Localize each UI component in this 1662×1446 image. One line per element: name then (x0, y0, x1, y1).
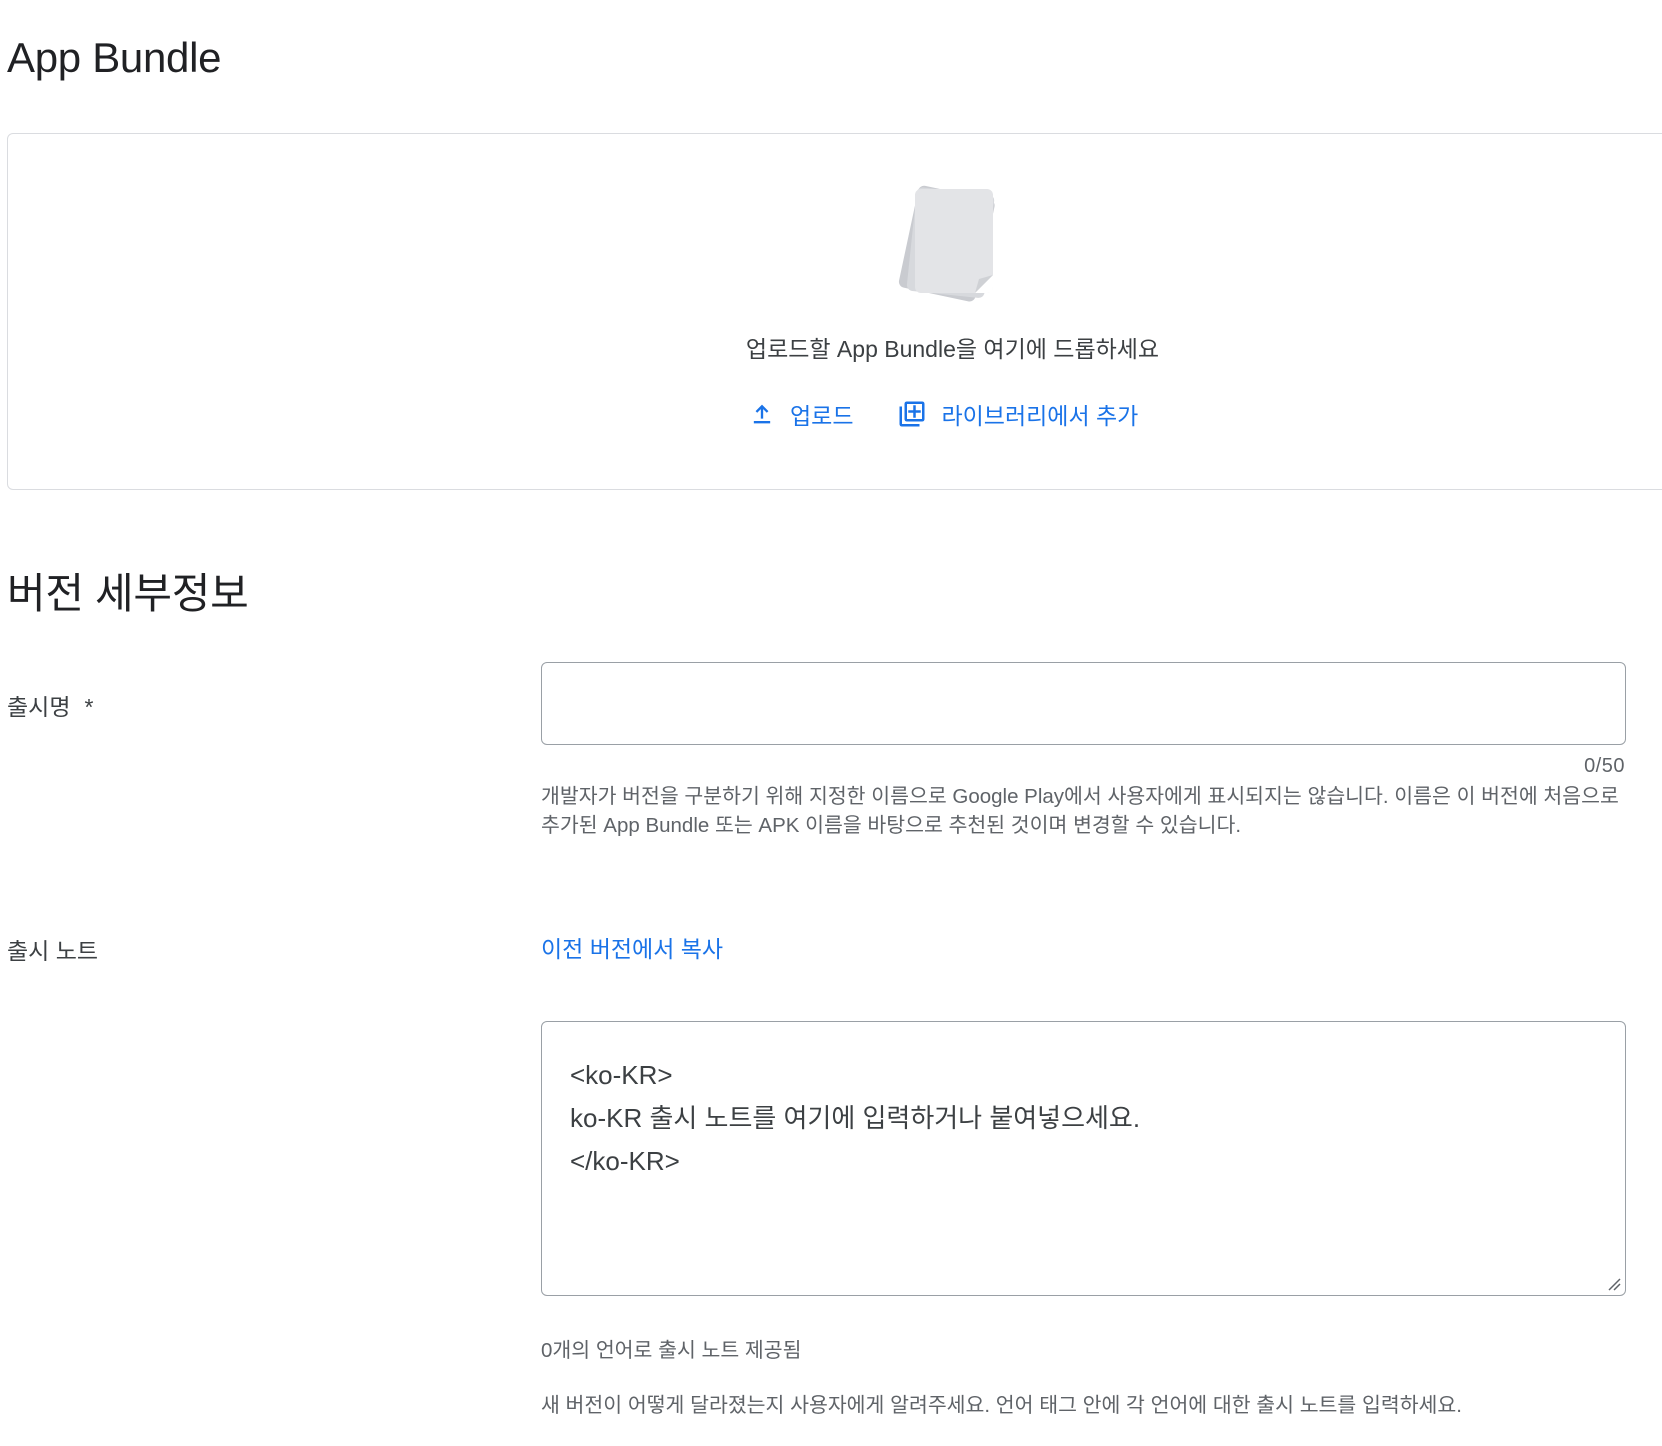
release-name-input[interactable] (541, 662, 1626, 745)
upload-label: 업로드 (790, 403, 854, 429)
release-name-helper-text: 개발자가 버전을 구분하기 위해 지정한 이름으로 Google Play에서 … (541, 785, 1619, 837)
release-name-label-text: 출시명 (7, 694, 71, 720)
add-from-library-label: 라이브러리에서 추가 (941, 403, 1139, 429)
app-bundle-dropzone[interactable] (7, 133, 1662, 490)
upload-button[interactable]: 업로드 (748, 397, 853, 431)
notes-line-open-tag: <ko-KR> (570, 1060, 673, 1090)
language-count-text: 0개의 언어로 출시 노트 제공됨 (541, 1339, 802, 1362)
add-from-library-button[interactable]: 라이브러리에서 추가 (897, 397, 1138, 431)
release-name-label: 출시명 * (7, 688, 93, 722)
required-marker: * (84, 694, 94, 720)
app-bundle-title: App Bundle (7, 34, 222, 81)
version-details-title: 버전 세부정보 (7, 570, 249, 617)
files-illustration-icon (893, 183, 1013, 313)
release-notes-label: 출시 노트 (7, 938, 99, 964)
upload-icon (753, 404, 771, 424)
notes-line-placeholder: ko-KR 출시 노트를 여기에 입력하거나 붙여넣으세요. (570, 1103, 1141, 1133)
library-add-icon (899, 401, 925, 427)
page: App Bundle 업로드할 App Bundle을 여기에 드롭하세요 업로… (0, 0, 1662, 1446)
notes-line-close-tag: </ko-KR> (570, 1146, 680, 1176)
release-notes-textarea[interactable]: <ko-KR> ko-KR 출시 노트를 여기에 입력하거나 붙여넣으세요. <… (541, 1021, 1626, 1296)
release-name-char-counter: 0/50 (1584, 755, 1625, 777)
resize-handle-icon[interactable] (1606, 1276, 1622, 1292)
dropzone-actions: 업로드 라이브러리에서 추가 (748, 397, 1138, 431)
release-notes-helper-text: 새 버전이 어떻게 달라졌는지 사용자에게 알려주세요. 언어 태그 안에 각 … (541, 1394, 1462, 1417)
drop-instruction: 업로드할 App Bundle을 여기에 드롭하세요 (745, 336, 1160, 362)
copy-from-previous-link[interactable]: 이전 버전에서 복사 (541, 930, 723, 964)
